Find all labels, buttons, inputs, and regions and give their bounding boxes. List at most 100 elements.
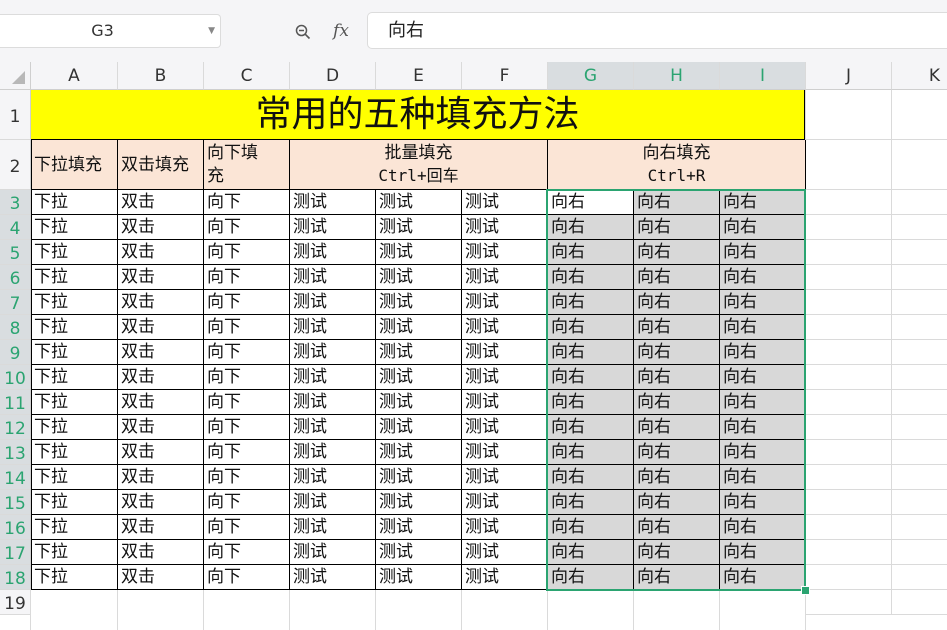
cell-C16[interactable]: 向下 xyxy=(204,515,290,540)
cell-I12[interactable]: 向右 xyxy=(720,415,806,440)
cell-F8[interactable]: 测试 xyxy=(462,315,548,340)
cell-H16[interactable]: 向右 xyxy=(634,515,720,540)
cell-E17[interactable]: 测试 xyxy=(376,540,462,565)
cell-A4[interactable]: 下拉 xyxy=(31,215,118,240)
cell-F13[interactable]: 测试 xyxy=(462,440,548,465)
cell-G3[interactable]: 向右 xyxy=(548,190,634,215)
column-header-D[interactable]: D xyxy=(290,62,376,90)
cell-F18[interactable]: 测试 xyxy=(462,565,548,590)
row-header-17[interactable]: 17 xyxy=(0,540,31,565)
row-header-15[interactable]: 15 xyxy=(0,490,31,515)
cell-H18[interactable]: 向右 xyxy=(634,565,720,590)
cell-E11[interactable]: 测试 xyxy=(376,390,462,415)
cell-B4[interactable]: 双击 xyxy=(118,215,204,240)
cell-B14[interactable]: 双击 xyxy=(118,465,204,490)
cell-B12[interactable]: 双击 xyxy=(118,415,204,440)
cell-H9[interactable]: 向右 xyxy=(634,340,720,365)
cell-H5[interactable]: 向右 xyxy=(634,240,720,265)
cell-E6[interactable]: 测试 xyxy=(376,265,462,290)
cell-I5[interactable]: 向右 xyxy=(720,240,806,265)
cell-G5[interactable]: 向右 xyxy=(548,240,634,265)
row-header-6[interactable]: 6 xyxy=(0,265,31,290)
cell-F9[interactable]: 测试 xyxy=(462,340,548,365)
cell-I13[interactable]: 向右 xyxy=(720,440,806,465)
cell-D8[interactable]: 测试 xyxy=(290,315,376,340)
cell-G10[interactable]: 向右 xyxy=(548,365,634,390)
cell-E16[interactable]: 测试 xyxy=(376,515,462,540)
cell-E13[interactable]: 测试 xyxy=(376,440,462,465)
cell-C12[interactable]: 向下 xyxy=(204,415,290,440)
cell-F3[interactable]: 测试 xyxy=(462,190,548,215)
formula-input[interactable]: 向右 xyxy=(367,12,947,49)
header-cell-C[interactable]: 向下填充 xyxy=(204,140,290,190)
zoom-icon[interactable] xyxy=(288,14,318,48)
cell-C14[interactable]: 向下 xyxy=(204,465,290,490)
cell-F11[interactable]: 测试 xyxy=(462,390,548,415)
cell-G16[interactable]: 向右 xyxy=(548,515,634,540)
header-cell-A[interactable]: 下拉填充 xyxy=(31,140,118,190)
column-header-K[interactable]: K xyxy=(892,62,947,90)
cell-A18[interactable]: 下拉 xyxy=(31,565,118,590)
cell-B5[interactable]: 双击 xyxy=(118,240,204,265)
cell-D10[interactable]: 测试 xyxy=(290,365,376,390)
cell-H11[interactable]: 向右 xyxy=(634,390,720,415)
cell-C10[interactable]: 向下 xyxy=(204,365,290,390)
cell-G18[interactable]: 向右 xyxy=(548,565,634,590)
cell-C15[interactable]: 向下 xyxy=(204,490,290,515)
cell-C6[interactable]: 向下 xyxy=(204,265,290,290)
row-header-1[interactable]: 1 xyxy=(0,90,31,140)
cell-D16[interactable]: 测试 xyxy=(290,515,376,540)
cell-G12[interactable]: 向右 xyxy=(548,415,634,440)
cell-I7[interactable]: 向右 xyxy=(720,290,806,315)
cell-H10[interactable]: 向右 xyxy=(634,365,720,390)
row-header-12[interactable]: 12 xyxy=(0,415,31,440)
cell-B8[interactable]: 双击 xyxy=(118,315,204,340)
cell-H6[interactable]: 向右 xyxy=(634,265,720,290)
row-header-2[interactable]: 2 xyxy=(0,140,31,190)
cell-F7[interactable]: 测试 xyxy=(462,290,548,315)
cell-E3[interactable]: 测试 xyxy=(376,190,462,215)
cell-D12[interactable]: 测试 xyxy=(290,415,376,440)
cell-I11[interactable]: 向右 xyxy=(720,390,806,415)
fill-handle[interactable] xyxy=(801,586,810,595)
cell-C11[interactable]: 向下 xyxy=(204,390,290,415)
row-header-3[interactable]: 3 xyxy=(0,190,31,215)
cell-I9[interactable]: 向右 xyxy=(720,340,806,365)
row-header-16[interactable]: 16 xyxy=(0,515,31,540)
cell-A11[interactable]: 下拉 xyxy=(31,390,118,415)
cell-H12[interactable]: 向右 xyxy=(634,415,720,440)
cell-H7[interactable]: 向右 xyxy=(634,290,720,315)
cell-I8[interactable]: 向右 xyxy=(720,315,806,340)
cell-F16[interactable]: 测试 xyxy=(462,515,548,540)
cell-G17[interactable]: 向右 xyxy=(548,540,634,565)
cell-H13[interactable]: 向右 xyxy=(634,440,720,465)
row-header-5[interactable]: 5 xyxy=(0,240,31,265)
header-cell-B[interactable]: 双击填充 xyxy=(118,140,204,190)
cell-B10[interactable]: 双击 xyxy=(118,365,204,390)
cell-C17[interactable]: 向下 xyxy=(204,540,290,565)
cell-E15[interactable]: 测试 xyxy=(376,490,462,515)
cell-F6[interactable]: 测试 xyxy=(462,265,548,290)
cell-G11[interactable]: 向右 xyxy=(548,390,634,415)
header-cell-GI[interactable]: 向右填充 Ctrl+R xyxy=(548,140,806,190)
cell-E9[interactable]: 测试 xyxy=(376,340,462,365)
select-all-corner[interactable] xyxy=(0,62,31,90)
cell-A5[interactable]: 下拉 xyxy=(31,240,118,265)
cell-D3[interactable]: 测试 xyxy=(290,190,376,215)
cell-D6[interactable]: 测试 xyxy=(290,265,376,290)
row-header-19[interactable]: 19 xyxy=(0,590,31,615)
row-header-7[interactable]: 7 xyxy=(0,290,31,315)
cell-A12[interactable]: 下拉 xyxy=(31,415,118,440)
cell-I15[interactable]: 向右 xyxy=(720,490,806,515)
cell-C9[interactable]: 向下 xyxy=(204,340,290,365)
row-header-18[interactable]: 18 xyxy=(0,565,31,590)
cell-B15[interactable]: 双击 xyxy=(118,490,204,515)
cell-C18[interactable]: 向下 xyxy=(204,565,290,590)
cell-H15[interactable]: 向右 xyxy=(634,490,720,515)
cell-A15[interactable]: 下拉 xyxy=(31,490,118,515)
cell-G4[interactable]: 向右 xyxy=(548,215,634,240)
row-header-9[interactable]: 9 xyxy=(0,340,31,365)
cell-E18[interactable]: 测试 xyxy=(376,565,462,590)
cell-H3[interactable]: 向右 xyxy=(634,190,720,215)
cell-H8[interactable]: 向右 xyxy=(634,315,720,340)
